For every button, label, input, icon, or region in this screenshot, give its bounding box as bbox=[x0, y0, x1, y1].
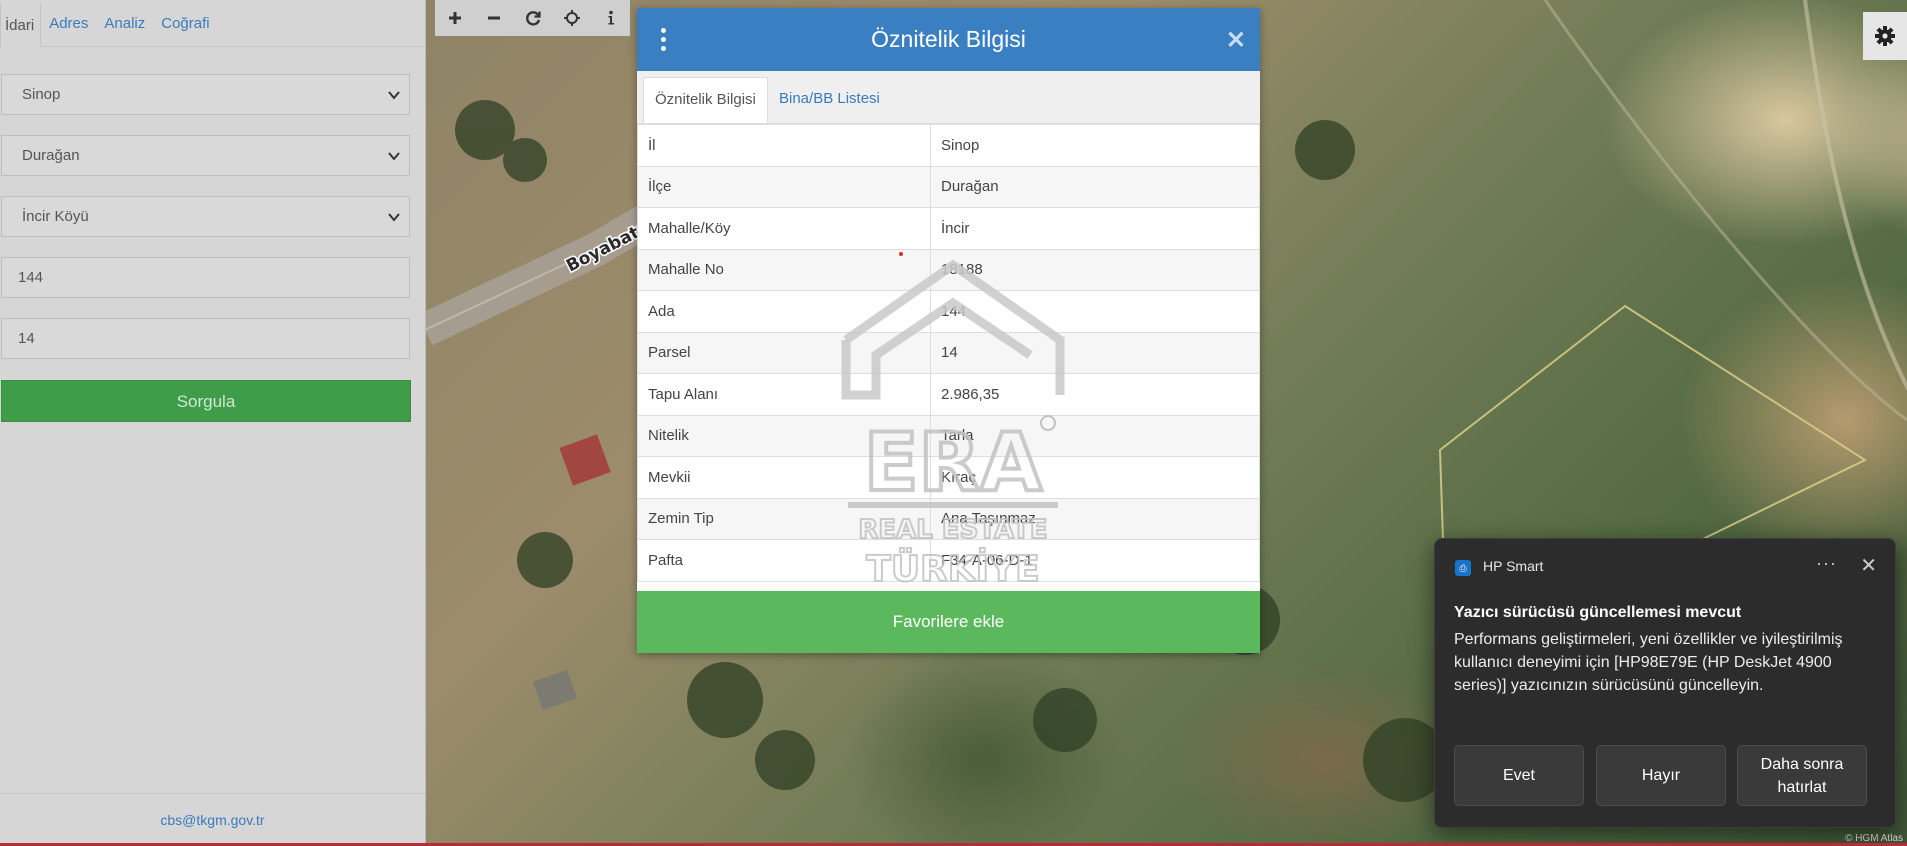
attribute-row: Ada 144 bbox=[637, 290, 1260, 333]
attribute-value: 14 bbox=[930, 331, 1260, 374]
attribute-value: İncir bbox=[930, 207, 1260, 250]
il-select-value: Sinop bbox=[22, 86, 61, 103]
ada-input[interactable]: 144 bbox=[1, 257, 410, 298]
chevron-down-icon bbox=[388, 213, 400, 222]
map-toolbar bbox=[435, 0, 630, 36]
crosshair-icon bbox=[563, 10, 580, 26]
attribute-value: 144 bbox=[930, 290, 1260, 333]
settings-button[interactable] bbox=[1863, 12, 1907, 60]
attribute-value: 2.986,35 bbox=[930, 373, 1260, 416]
attribute-row: Mevkii Kıraç bbox=[637, 456, 1260, 499]
attribute-info-modal: Öznitelik Bilgisi ✕ Öznitelik Bilgisi Bi… bbox=[637, 8, 1260, 653]
close-modal-button[interactable]: ✕ bbox=[1226, 26, 1246, 55]
notification-heading: Yazıcı sürücüsü güncellemesi mevcut bbox=[1454, 604, 1742, 621]
attribute-key: Parsel bbox=[637, 331, 931, 374]
info-button[interactable] bbox=[591, 0, 630, 36]
attribute-value: Durağan bbox=[930, 165, 1260, 208]
attribute-key: Mahalle/Köy bbox=[637, 207, 931, 250]
notification-body: Performans geliştirmeleri, yeni özellikl… bbox=[1454, 631, 1843, 694]
dismiss-notification-button[interactable]: ✕ bbox=[1860, 553, 1877, 578]
selection-marker bbox=[899, 252, 903, 256]
minus-icon bbox=[487, 16, 500, 20]
close-icon: ✕ bbox=[1225, 27, 1246, 54]
ada-input-value: 144 bbox=[18, 269, 44, 286]
attribute-table: İl Sinop İlçe Durağan Mahalle/Köy İncir Mahall… bbox=[637, 124, 1260, 582]
refresh-button[interactable] bbox=[513, 0, 552, 36]
ellipsis-icon: ··· bbox=[1816, 553, 1837, 573]
attribute-key: Tapu Alanı bbox=[637, 373, 931, 416]
attribute-row: Mahalle/Köy İncir bbox=[637, 207, 1260, 250]
chevron-down-icon bbox=[388, 91, 400, 100]
hp-smart-app-icon: ⎙ bbox=[1455, 560, 1471, 576]
chevron-down-icon bbox=[388, 152, 400, 161]
attribute-row: Mahalle No 18188 bbox=[637, 248, 1260, 291]
close-icon: ✕ bbox=[1860, 555, 1877, 577]
mahalle-select-value: İncir Köyü bbox=[22, 208, 89, 225]
more-options-button[interactable]: ··· bbox=[1816, 553, 1837, 574]
tab-building-list[interactable]: Bina/BB Listesi bbox=[768, 77, 891, 123]
zoom-out-button[interactable] bbox=[474, 0, 513, 36]
attribute-value: Tarla bbox=[930, 414, 1260, 457]
no-button[interactable]: Hayır bbox=[1596, 745, 1726, 806]
attribute-key: Nitelik bbox=[637, 414, 931, 457]
attribute-key: İl bbox=[637, 124, 931, 167]
il-select[interactable]: Sinop bbox=[1, 74, 410, 115]
attribute-row: Tapu Alanı 2.986,35 bbox=[637, 373, 1260, 416]
attribute-row: Pafta F34-A-06-D-1 bbox=[637, 539, 1260, 582]
zoom-in-button[interactable] bbox=[435, 0, 474, 36]
info-icon bbox=[608, 10, 614, 25]
tab-cografi[interactable]: Coğrafi bbox=[153, 15, 217, 46]
ilce-select[interactable]: Durağan bbox=[1, 135, 410, 176]
query-button[interactable]: Sorgula bbox=[1, 380, 411, 422]
attribute-value: Sinop bbox=[930, 124, 1260, 167]
query-tabs: İdari Adres Analiz Coğrafi bbox=[0, 0, 425, 47]
attribute-value: Kıraç bbox=[930, 456, 1260, 499]
notification-app-name: HP Smart bbox=[1483, 558, 1544, 574]
parsel-input[interactable]: 14 bbox=[1, 318, 410, 359]
attribute-key: Mahalle No bbox=[637, 248, 931, 291]
attribute-row: Zemin Tip Ana Taşınmaz bbox=[637, 497, 1260, 540]
add-to-favorites-button[interactable]: Favorilere ekle bbox=[637, 591, 1260, 653]
ilce-select-value: Durağan bbox=[22, 147, 80, 164]
plus-icon bbox=[448, 12, 461, 24]
remind-later-button[interactable]: Daha sonra hatırlat bbox=[1737, 745, 1867, 806]
tab-idari[interactable]: İdari bbox=[0, 3, 42, 47]
attribute-value: Ana Taşınmaz bbox=[930, 497, 1260, 540]
attribute-key: Mevkii bbox=[637, 456, 931, 499]
modal-title: Öznitelik Bilgisi bbox=[871, 26, 1026, 52]
refresh-icon bbox=[525, 11, 541, 26]
attribute-row: Nitelik Tarla bbox=[637, 414, 1260, 457]
attribute-row: İl Sinop bbox=[637, 124, 1260, 167]
tab-attribute-info[interactable]: Öznitelik Bilgisi bbox=[643, 77, 768, 123]
attribute-key: İlçe bbox=[637, 165, 931, 208]
parsel-input-value: 14 bbox=[18, 330, 35, 347]
mahalle-select[interactable]: İncir Köyü bbox=[1, 196, 410, 237]
modal-tabs: Öznitelik Bilgisi Bina/BB Listesi bbox=[637, 71, 1260, 124]
locate-button[interactable] bbox=[552, 0, 591, 36]
hp-smart-notification: ⎙ HP Smart ··· ✕ Yazıcı sürücüsü güncell… bbox=[1434, 538, 1896, 828]
attribute-key: Pafta bbox=[637, 539, 931, 582]
tab-adres[interactable]: Adres bbox=[41, 15, 96, 46]
gear-icon bbox=[1875, 26, 1895, 46]
attribute-key: Ada bbox=[637, 290, 931, 333]
attribute-row: Parsel 14 bbox=[637, 331, 1260, 374]
attribute-key: Zemin Tip bbox=[637, 497, 931, 540]
query-panel: İdari Adres Analiz Coğrafi Sinop Durağan… bbox=[0, 0, 426, 846]
attribute-value: 18188 bbox=[930, 248, 1260, 291]
contact-email-link[interactable]: cbs@tkgm.gov.tr bbox=[0, 793, 425, 846]
modal-header: Öznitelik Bilgisi ✕ bbox=[637, 8, 1260, 71]
yes-button[interactable]: Evet bbox=[1454, 745, 1584, 806]
attribute-row: İlçe Durağan bbox=[637, 165, 1260, 208]
tab-analiz[interactable]: Analiz bbox=[96, 15, 153, 46]
attribute-value: F34-A-06-D-1 bbox=[930, 539, 1260, 582]
